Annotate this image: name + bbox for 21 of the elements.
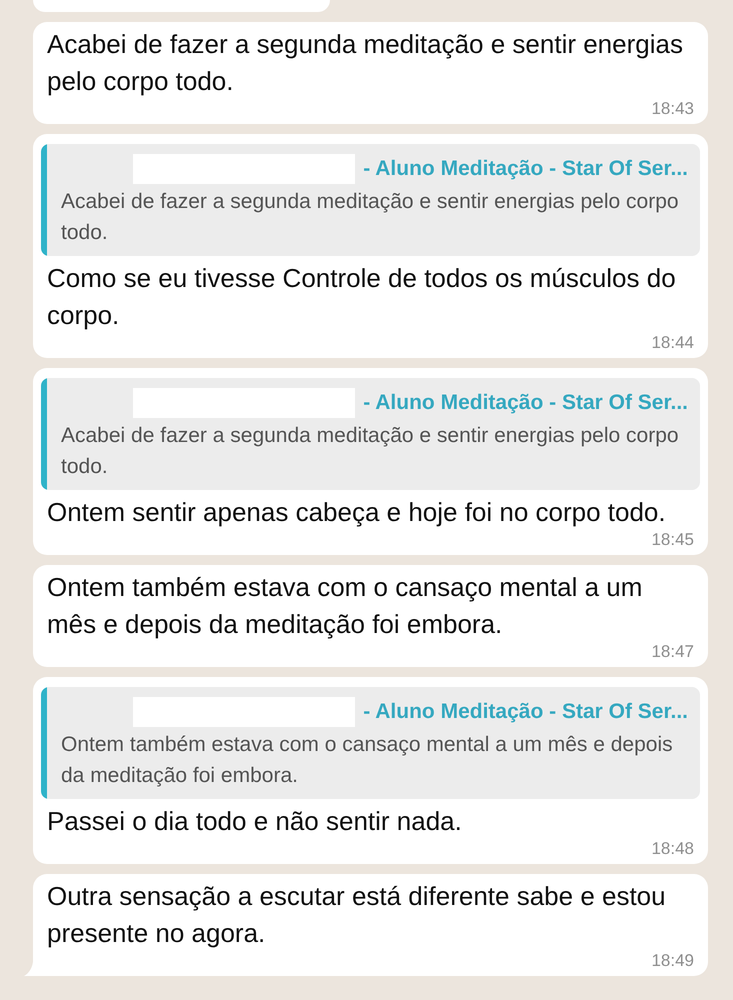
quoted-text: Ontem também estava com o cansaço mental a um mês e depois da meditação foi embora. — [61, 732, 674, 789]
message-time: 18:48 — [651, 840, 694, 858]
message-text: Ontem também estava com o cansaço mental a um mês e depois da meditação foi embora. — [47, 571, 644, 641]
quoted-author: - Aluno Meditação - Star Of Ser... — [363, 391, 688, 415]
message-text: Acabei de fazer a segunda meditação e sentir energias pelo corpo todo. — [47, 28, 684, 98]
quoted-author: - Aluno Meditação - Star Of Ser... — [363, 157, 688, 181]
message-time: 18:47 — [651, 643, 694, 661]
quoted-message[interactable]: - Aluno Meditação - Star Of Ser... Acabei de fazer a segunda meditação e sentir energias pelo corpo todo. — [41, 144, 700, 256]
message-time: 18:44 — [651, 334, 694, 352]
quoted-message[interactable]: - Aluno Meditação - Star Of Ser... Ontem também estava com o cansaço mental a um mês e depois da meditação foi embora. — [41, 687, 700, 799]
quoted-author: - Aluno Meditação - Star Of Ser... — [363, 700, 688, 724]
quoted-text: Acabei de fazer a segunda meditação e sentir energias pelo corpo todo. — [61, 423, 680, 480]
message-time: 18:49 — [651, 952, 694, 970]
quoted-text: Acabei de fazer a segunda meditação e sentir energias pelo corpo todo. — [61, 189, 680, 246]
quoted-message[interactable]: - Aluno Meditação - Star Of Ser... Acabei de fazer a segunda meditação e sentir energias pelo corpo todo. — [41, 378, 700, 490]
message-text: Ontem sentir apenas cabeça e hoje foi no corpo todo. — [47, 496, 667, 529]
message-time: 18:45 — [651, 531, 694, 549]
message-time: 18:43 — [651, 100, 694, 118]
message-text: Como se eu tivesse Controle de todos os músculos do corpo. — [47, 262, 677, 332]
message-text: Passei o dia todo e não sentir nada. — [47, 805, 463, 838]
message-text: Outra sensação a escutar está diferente sabe e estou presente no agora. — [47, 880, 667, 950]
